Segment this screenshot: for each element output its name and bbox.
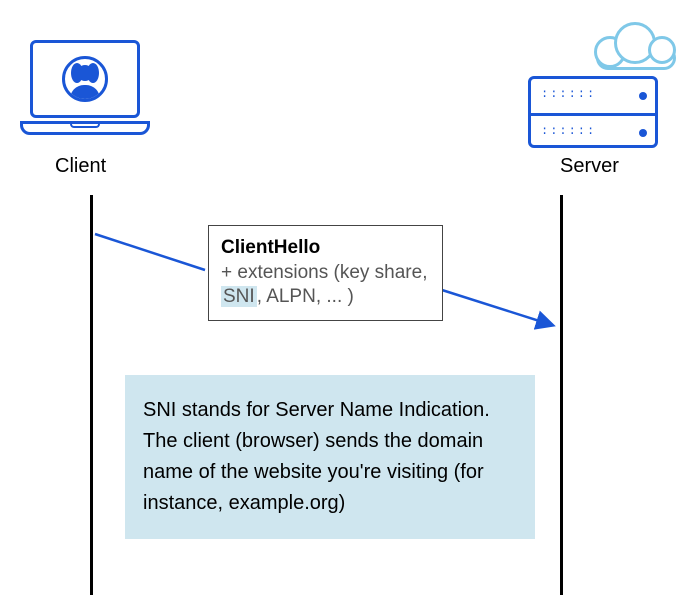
client-icon [20,40,150,135]
server-icon: :::::: :::::: [528,18,678,138]
client-label: Client [55,155,106,178]
avatar-icon [62,56,108,102]
server-lifeline [560,195,563,595]
ext-suffix: , ALPN, ... ) [257,286,354,307]
message-extensions: + extensions (key share, SNI, ALPN, ... … [221,262,427,308]
laptop-base-icon [20,121,150,135]
sni-explanation: SNI stands for Server Name Indication. T… [125,375,535,539]
message-title: ClientHello [221,236,430,261]
ext-prefix: + extensions (key share, [221,262,427,283]
clienthello-message: ClientHello + extensions (key share, SNI… [208,225,443,321]
cloud-icon [592,18,682,68]
server-rack-icon: :::::: :::::: [528,76,658,148]
laptop-screen-icon [30,40,140,118]
client-lifeline [90,195,93,595]
server-label: Server [560,155,619,178]
sni-highlight: SNI [221,286,257,307]
